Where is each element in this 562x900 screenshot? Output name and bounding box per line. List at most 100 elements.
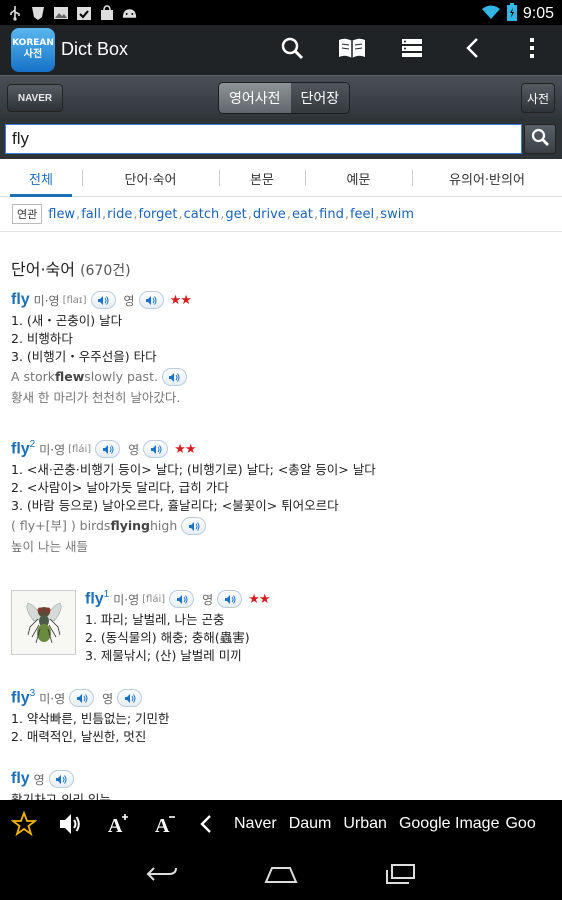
notification-icons (6, 4, 138, 21)
related-word[interactable]: feel (350, 207, 374, 222)
naver-button[interactable]: NAVER (7, 84, 63, 112)
related-word[interactable]: forget (139, 207, 178, 222)
speak-button[interactable] (47, 800, 94, 848)
link-naver[interactable]: Naver (234, 815, 277, 833)
tab-examples[interactable]: 예문 (305, 159, 412, 197)
pronunciation-label-uk: 영 (202, 592, 214, 607)
font-decrease-button[interactable]: A (141, 800, 188, 848)
link-urban[interactable]: Urban (343, 815, 387, 833)
play-pronunciation-button[interactable] (90, 291, 116, 309)
importance-stars: ★★ (169, 292, 192, 308)
play-pronunciation-button[interactable] (95, 440, 121, 458)
section-title: 단어·숙어 (670건) (11, 256, 131, 280)
related-word[interactable]: eat (292, 207, 313, 222)
recent-apps-icon (386, 864, 415, 884)
home-nav-icon (264, 867, 298, 883)
phonetic: [flaɪ] (62, 294, 87, 306)
segment-wordbook[interactable]: 단어장 (290, 83, 350, 113)
nav-back-button[interactable] (142, 860, 182, 888)
wordbook-button[interactable] (332, 30, 372, 70)
speaker-icon (150, 444, 162, 454)
android-icon (121, 4, 138, 21)
link-google-image[interactable]: Google Image (399, 815, 500, 833)
play-pronunciation-button[interactable] (169, 590, 195, 608)
tab-body[interactable]: 본문 (219, 159, 305, 197)
play-pronunciation-uk-button[interactable] (138, 291, 164, 309)
dictionary-entry: fly3 미·영 영 1. 약삭빠른, 빈틈없는; 기민한 2. 매력적인, 날… (11, 686, 170, 746)
related-word[interactable]: find (319, 207, 344, 222)
dictionary-entry: fly 영 활기차고 의리 있는 (11, 767, 111, 800)
pronunciation-label: 미·영 (113, 592, 140, 607)
related-label: 연관 (12, 204, 43, 224)
headword[interactable]: fly2 (11, 439, 35, 458)
battery-icon (506, 3, 517, 25)
speaker-icon (176, 594, 188, 604)
tab-synonyms-antonyms[interactable]: 유의어·반의어 (412, 159, 562, 197)
related-word[interactable]: ride (107, 207, 132, 222)
bottom-toolbar: A A Naver Daum Urban Google Image Goo (0, 800, 562, 848)
history-button[interactable] (392, 30, 432, 70)
speaker-icon (56, 774, 67, 784)
play-example-button[interactable] (181, 517, 207, 535)
system-status: 9:05 (481, 3, 554, 25)
tab-words-idioms[interactable]: 단어·숙어 (82, 159, 219, 197)
definition: 1. <새·곤충·비행기 등이> 날다; (비행기로) 날다; <총알 등이> … (11, 462, 376, 477)
search-icon (531, 128, 549, 150)
link-daum[interactable]: Daum (289, 815, 332, 833)
usb-icon (6, 4, 23, 21)
example-english: ( fly+[부] ) birds flying high (11, 515, 376, 537)
favorite-button[interactable] (0, 800, 47, 848)
related-word[interactable]: get (225, 207, 246, 222)
app-icon[interactable]: KOREAN 사전 (11, 28, 55, 72)
fly-thumbnail[interactable] (11, 590, 76, 655)
scroll-left-button[interactable] (188, 800, 224, 848)
related-word[interactable]: drive (253, 207, 286, 222)
segment-english-dictionary[interactable]: 영어사전 (219, 83, 291, 113)
importance-stars: ★★ (248, 591, 270, 607)
entry-headline: fly2 미·영 [flái] 영 ★★ (11, 437, 376, 461)
link-goo[interactable]: Goo (505, 815, 535, 833)
play-pronunciation-uk-button[interactable] (117, 689, 143, 707)
result-count: (670건) (80, 263, 131, 279)
headword[interactable]: fly3 (11, 688, 35, 707)
play-pronunciation-button[interactable] (69, 689, 95, 707)
speaker-icon (169, 372, 180, 382)
app-icon-line2: 사전 (23, 49, 43, 60)
headword[interactable]: fly (11, 770, 30, 788)
nav-home-button[interactable] (261, 860, 301, 888)
result-tabs: 전체 단어·숙어 본문 예문 유의어·반의어 (0, 159, 562, 197)
speaker-icon (146, 295, 157, 305)
system-navigation-bar (0, 848, 562, 900)
list-icon (401, 38, 423, 62)
related-word[interactable]: flew (48, 207, 75, 222)
svg-text:A: A (155, 815, 170, 835)
overflow-menu-button[interactable] (512, 30, 552, 70)
pronunciation-label-uk: 영 (123, 293, 135, 308)
example-english: A stork flew slowly past. (11, 366, 191, 388)
pronunciation-label-uk: 영 (102, 691, 114, 706)
search-submit-button[interactable] (524, 124, 556, 154)
play-pronunciation-uk-button[interactable] (143, 440, 169, 458)
entry-headline: fly 영 (11, 767, 111, 791)
play-pronunciation-uk-button[interactable] (217, 590, 243, 608)
related-word[interactable]: catch (184, 207, 220, 222)
play-example-button[interactable] (161, 368, 187, 386)
nav-recent-apps-button[interactable] (380, 860, 420, 888)
phonetic: [flái] (68, 443, 92, 455)
dictionary-toolbar: NAVER 영어사전 단어장 사전 (0, 75, 562, 119)
tab-all[interactable]: 전체 (0, 159, 82, 197)
headword[interactable]: fly (11, 291, 30, 309)
star-icon (10, 811, 37, 837)
play-pronunciation-button[interactable] (48, 770, 74, 788)
importance-stars: ★★ (174, 441, 196, 457)
related-word[interactable]: fall (81, 207, 101, 222)
related-word[interactable]: swim (380, 207, 414, 222)
search-button[interactable] (272, 30, 312, 70)
back-button[interactable] (452, 30, 492, 70)
dictionary-entry: fly 미·영 [flaɪ] 영 ★★ 1. (새・곤충이) 날다 2. 비행하… (11, 288, 192, 408)
dictionary-button[interactable]: 사전 (521, 83, 555, 113)
font-increase-button[interactable]: A (94, 800, 141, 848)
search-input[interactable]: fly (5, 124, 522, 154)
back-nav-icon (146, 867, 177, 881)
headword[interactable]: fly1 (85, 589, 109, 608)
